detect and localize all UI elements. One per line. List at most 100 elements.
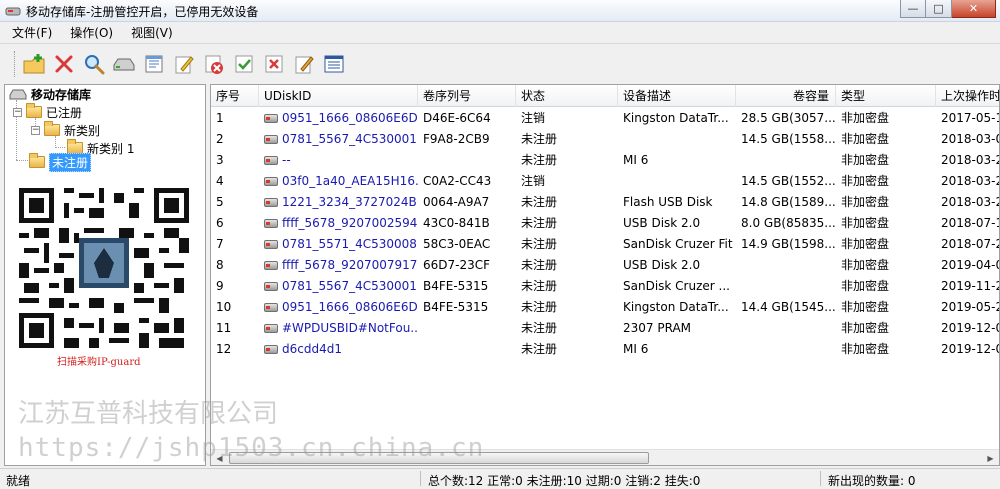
cell-volume-serial: B4FE-5315 <box>418 297 516 318</box>
table-row[interactable]: 11 #WPDUSBID#NotFou... 未注册 2307 PRAM 非加密盘 201… <box>211 318 999 339</box>
disable-icon[interactable] <box>201 51 227 77</box>
menu-operation[interactable]: 操作(O) <box>70 24 113 41</box>
cell-volume-serial: 0064-A9A7 <box>418 192 516 213</box>
scroll-thumb[interactable] <box>229 452 649 464</box>
cell-volume-serial: F9A8-2CB9 <box>418 129 516 150</box>
column-header-description[interactable]: 设备描述 <box>618 85 736 107</box>
scroll-right-icon[interactable]: ▶ <box>982 450 999 465</box>
cell-type-text: 非加密盘 <box>841 195 890 209</box>
cell-description: Kingston DataTr... <box>618 297 736 318</box>
cell-type-text: 非加密盘 <box>841 174 890 188</box>
cell-status-text: 未注册 <box>521 195 558 209</box>
table-row[interactable]: 4 03f0_1a40_AEA15H16... C0A2-CC43 注销 14.5 GB… <box>211 171 999 192</box>
cell-udiskid-text: 0781_5567_4C530001... <box>282 132 418 146</box>
menu-file[interactable]: 文件(F) <box>12 24 52 41</box>
cell-status-text: 未注册 <box>521 321 558 335</box>
cell-last-op: 2018-03-2 <box>936 192 1000 213</box>
status-new-count: 新出现的数量: 0 <box>828 474 916 488</box>
cell-status-text: 注销 <box>521 174 546 188</box>
tree-item-category[interactable]: − 新类别 <box>31 121 100 139</box>
table-row[interactable]: 8 ffff_5678_9207007917... 66D7-23CF 未注册 USB … <box>211 255 1000 276</box>
delete-x-icon[interactable] <box>51 51 77 77</box>
cell-description-text: SanDisk Cruzer ... <box>623 279 730 293</box>
cell-udiskid: -- <box>259 150 418 171</box>
cell-description: SanDisk Cruzer ... <box>618 276 736 297</box>
toolbar-grip[interactable] <box>14 51 17 77</box>
column-header-type[interactable]: 类型 <box>836 85 936 107</box>
cell-udiskid: d6cdd4d1 <box>259 339 418 360</box>
table-header: 序号 UDiskID 卷序列号 状态 设备描述 卷容量 类型 上次操作时 <box>211 85 999 107</box>
cell-last-op-text: 2019-04-0 <box>941 258 1000 272</box>
cell-index: 9 <box>211 276 259 297</box>
cell-index: 4 <box>211 171 259 192</box>
open-folder-add-icon[interactable] <box>21 51 47 77</box>
cell-capacity <box>736 318 836 339</box>
table-row[interactable]: 5 1221_3234_3727024B... 0064-A9A7 未注册 Flash … <box>211 192 1000 213</box>
cell-type: 非加密盘 <box>836 129 936 150</box>
cell-capacity: 14.9 GB(1598... <box>736 234 836 255</box>
cell-capacity-text: 14.5 GB(1558... <box>741 132 836 146</box>
cell-udiskid-text: 1221_3234_3727024B... <box>282 195 418 209</box>
list-view-icon[interactable] <box>321 51 347 77</box>
menu-view[interactable]: 视图(V) <box>131 24 173 41</box>
table-row[interactable]: 12 d6cdd4d1 未注册 MI 6 非加密盘 2019-12-0 <box>211 339 999 360</box>
cell-type-text: 非加密盘 <box>841 279 890 293</box>
collapse-icon[interactable]: − <box>31 125 40 135</box>
cell-description: USB Disk 2.0 <box>618 255 736 276</box>
cell-type: 非加密盘 <box>836 150 936 171</box>
reject-icon[interactable] <box>261 51 287 77</box>
horizontal-scrollbar[interactable]: ◀ ▶ <box>211 449 999 465</box>
approve-icon[interactable] <box>231 51 257 77</box>
cell-last-op: 2018-07-2 <box>936 234 999 255</box>
collapse-icon[interactable]: − <box>13 107 22 117</box>
table-row[interactable]: 7 0781_5571_4C530008... 58C3-0EAC 未注册 SanDis… <box>211 234 999 255</box>
cell-type-text: 非加密盘 <box>841 153 890 167</box>
column-header-status[interactable]: 状态 <box>516 85 618 107</box>
properties-icon[interactable] <box>141 51 167 77</box>
cell-volume-serial: B4FE-5315 <box>418 276 516 297</box>
minimize-button[interactable]: — <box>900 0 926 18</box>
column-header-last-op[interactable]: 上次操作时 <box>936 85 999 107</box>
cell-type-text: 非加密盘 <box>841 258 890 272</box>
column-header-volume-serial[interactable]: 卷序列号 <box>418 85 516 107</box>
table-row[interactable]: 6 ffff_5678_9207002594... 43C0-841B 未注册 USB … <box>211 213 999 234</box>
disk-drive-icon[interactable] <box>111 51 137 77</box>
cell-udiskid: ffff_5678_9207002594... <box>259 213 418 234</box>
cell-status-text: 未注册 <box>521 279 558 293</box>
close-button[interactable]: ✕ <box>952 0 996 18</box>
edit-note-icon[interactable] <box>291 51 317 77</box>
cell-description-text: MI 6 <box>623 153 649 167</box>
column-header-index[interactable]: 序号 <box>211 85 259 107</box>
tree-item-label: 新类别 <box>64 123 101 138</box>
search-icon[interactable] <box>81 51 107 77</box>
table-row[interactable]: 1 0951_1666_08606E6D... D46E-6C64 注销 Kingsto… <box>211 108 999 129</box>
cell-capacity-text: 14.9 GB(1598... <box>741 237 836 251</box>
table-row[interactable]: 9 0781_5567_4C530001... B4FE-5315 未注册 SanDis… <box>211 276 999 297</box>
cell-capacity-text: 14.5 GB(1552... <box>741 174 836 188</box>
table-row[interactable]: 2 0781_5567_4C530001... F9A8-2CB9 未注册 14.5 G… <box>211 129 999 150</box>
usb-drive-icon <box>264 261 278 270</box>
window-title: 移动存储库-注册管控开启，已停用无效设备 <box>26 5 259 19</box>
cell-type: 非加密盘 <box>836 339 936 360</box>
tree-item-unregistered[interactable]: 未注册 <box>29 152 92 172</box>
disk-drive-icon <box>9 89 27 100</box>
cell-description: Flash USB Disk <box>618 192 736 213</box>
column-header-udiskid[interactable]: UDiskID <box>259 85 418 107</box>
tree-item-registered[interactable]: − 已注册 <box>13 103 82 121</box>
cell-last-op: 2019-12-0 <box>936 339 999 360</box>
scroll-left-icon[interactable]: ◀ <box>211 450 228 465</box>
tree-root[interactable]: 移动存储库 <box>9 85 91 103</box>
edit-icon[interactable] <box>171 51 197 77</box>
table-row[interactable]: 3 -- 未注册 MI 6 非加密盘 2018-03-2 <box>211 150 999 171</box>
cell-volume-serial-text: F9A8-2CB9 <box>423 132 490 146</box>
cell-description <box>618 129 736 150</box>
cell-last-op-text: 2018-03-2 <box>941 195 1000 209</box>
table-row[interactable]: 10 0951_1666_08606E6D... B4FE-5315 未注册 Kings… <box>211 297 999 318</box>
cell-volume-serial-text: 0064-A9A7 <box>423 195 490 209</box>
column-header-capacity[interactable]: 卷容量 <box>736 85 836 107</box>
cell-index: 3 <box>211 150 259 171</box>
maximize-button[interactable]: □ <box>926 0 952 18</box>
cell-last-op: 2019-12-0 <box>936 318 999 339</box>
qr-code <box>19 188 189 348</box>
cell-volume-serial: 58C3-0EAC <box>418 234 516 255</box>
